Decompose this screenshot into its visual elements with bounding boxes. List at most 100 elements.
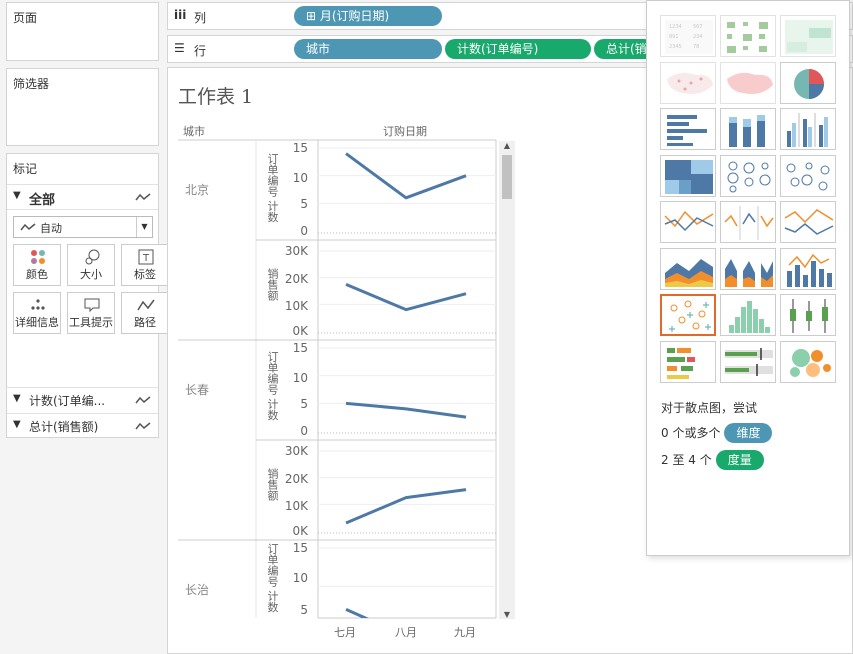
dual-lines-icon xyxy=(784,209,834,235)
show-me-hint-title: 对于散点图，尝试 xyxy=(661,401,758,415)
count-tick: 15 xyxy=(292,141,308,155)
series-line-count xyxy=(345,401,467,419)
pill-city[interactable]: 城市 xyxy=(294,39,442,59)
svg-text:234: 234 xyxy=(693,34,703,40)
expand-caret-icon[interactable]: ▼ xyxy=(13,393,21,404)
sales-tick: 0K xyxy=(292,324,308,338)
show-me-side-by-side-bars[interactable] xyxy=(780,108,836,150)
sales-tick: 30K xyxy=(284,444,308,458)
show-me-side-by-side-circles[interactable] xyxy=(780,154,836,197)
show-me-hint-measures: 2 至 4 个度量 xyxy=(661,450,764,470)
marks-all-row[interactable]: ▼ 全部 xyxy=(7,184,158,210)
marks-count-row[interactable]: ▼ 计数(订单编... xyxy=(7,387,158,411)
city-label-changzhi: 长治 xyxy=(185,583,210,597)
tooltip-icon xyxy=(84,298,100,313)
dual-combination-icon xyxy=(787,253,832,287)
svg-text:2345: 2345 xyxy=(669,44,682,50)
path-button[interactable]: 路径 xyxy=(121,292,169,334)
pie-chart-icon xyxy=(794,68,824,99)
area-discrete-icon xyxy=(725,258,773,287)
chevron-down-icon[interactable]: ▼ xyxy=(136,217,152,237)
discrete-lines-icon xyxy=(724,206,774,240)
circle-views-icon xyxy=(727,161,771,192)
show-me-text-table[interactable]: 1234 567 891 234 2345 78 xyxy=(660,15,716,57)
hint-measure-pill: 度量 xyxy=(715,450,764,470)
label-button[interactable]: T 标签 xyxy=(121,244,169,286)
count-tick: 5 xyxy=(300,197,308,211)
pill-sum-sales[interactable]: 总计(销 xyxy=(594,39,654,59)
show-me-histogram[interactable] xyxy=(720,294,776,336)
show-me-stacked-bars[interactable] xyxy=(720,108,776,150)
hint-measures-count: 2 至 4 个 xyxy=(661,453,712,467)
show-me-area-discrete[interactable] xyxy=(720,247,776,290)
text-label-icon: T xyxy=(138,249,154,265)
sales-tick: 30K xyxy=(284,244,308,258)
line-mark-icon xyxy=(135,422,151,430)
rows-icon: ☰ xyxy=(174,41,185,55)
show-me-heat-map[interactable] xyxy=(720,15,776,57)
show-me-area-continuous[interactable] xyxy=(660,247,716,290)
marks-sales-label: 总计(销售额) xyxy=(29,420,99,434)
x-tick-july: 七月 xyxy=(334,626,356,639)
show-me-pie-chart[interactable] xyxy=(780,61,836,104)
show-me-circle-views[interactable] xyxy=(720,154,776,197)
chart-grid xyxy=(178,139,497,619)
filters-card-title: 筛选器 xyxy=(13,77,50,91)
tooltip-label: 工具提示 xyxy=(69,316,113,329)
sales-tick: 20K xyxy=(284,272,308,286)
show-me-hint-dimensions: 0 个或多个 维度 xyxy=(661,423,773,443)
area-continuous-icon xyxy=(665,258,713,287)
scrollbar-thumb[interactable] xyxy=(502,155,512,199)
svg-text:567: 567 xyxy=(693,24,703,30)
size-button[interactable]: 大小 xyxy=(67,244,115,286)
plus-icon[interactable]: ⊞ xyxy=(306,9,320,23)
pill-count-order-id[interactable]: 计数(订单编号) xyxy=(445,39,591,59)
series-line-sales xyxy=(345,282,467,312)
size-label: 大小 xyxy=(80,268,102,281)
marks-card: 标记 ▼ 全部 自动 ▼ 颜色 大小 T 标签 详细信息 工具提示 路径 ▼ 计… xyxy=(6,153,169,438)
rows-shelf-label: 行 xyxy=(194,44,207,58)
show-me-continuous-lines[interactable] xyxy=(660,201,716,243)
sales-tick: 20K xyxy=(284,472,308,486)
pill-month-order-date[interactable]: ⊞ 月(订购日期) xyxy=(294,6,442,26)
tooltip-button[interactable]: 工具提示 xyxy=(67,292,115,334)
svg-text:891: 891 xyxy=(669,34,679,40)
scroll-up-icon[interactable]: ▲ xyxy=(499,141,515,150)
pill-city-label: 城市 xyxy=(306,42,331,56)
collapse-caret-icon[interactable]: ▼ xyxy=(13,190,21,201)
show-me-treemap[interactable] xyxy=(660,154,716,197)
show-me-discrete-lines[interactable] xyxy=(720,201,776,243)
show-me-highlight-table[interactable] xyxy=(780,15,836,57)
horizontal-bars-icon xyxy=(667,115,707,146)
stacked-bars-icon xyxy=(729,115,765,147)
pill-count-order-id-label: 计数(订单编号) xyxy=(457,42,539,56)
sales-tick: 0K xyxy=(292,524,308,538)
count-tick: 15 xyxy=(292,541,308,555)
pages-card[interactable]: 页面 xyxy=(6,2,159,61)
city-label-changchun: 长春 xyxy=(185,383,210,397)
show-me-gantt-chart[interactable] xyxy=(660,340,716,383)
filters-card[interactable]: 筛选器 xyxy=(6,68,159,146)
show-me-filled-map[interactable] xyxy=(720,61,776,104)
show-me-dual-combination[interactable] xyxy=(780,247,836,290)
show-me-scatter-plot[interactable] xyxy=(660,294,716,336)
side-by-side-bars-icon xyxy=(787,113,828,147)
marks-sales-row[interactable]: ▼ 总计(销售额) xyxy=(7,413,158,437)
show-me-symbol-map[interactable] xyxy=(660,61,716,104)
count-tick: 15 xyxy=(292,341,308,355)
show-me-dual-lines[interactable] xyxy=(780,201,836,243)
bullet-graph-icon xyxy=(725,347,773,376)
path-icon xyxy=(137,299,155,311)
show-me-horizontal-bars[interactable] xyxy=(660,108,716,150)
show-me-bullet-graph[interactable] xyxy=(720,340,776,383)
mark-type-dropdown[interactable]: 自动 ▼ xyxy=(13,216,153,238)
color-label: 颜色 xyxy=(26,268,48,281)
show-me-box-and-whisker[interactable] xyxy=(780,294,836,336)
expand-caret-icon[interactable]: ▼ xyxy=(13,419,21,430)
vertical-scrollbar[interactable]: ▲ ▼ xyxy=(499,141,515,619)
show-me-packed-bubbles[interactable] xyxy=(780,340,836,383)
scroll-down-icon[interactable]: ▼ xyxy=(499,610,515,619)
pill-month-order-date-label: 月(订购日期) xyxy=(319,9,390,23)
detail-button[interactable]: 详细信息 xyxy=(13,292,61,334)
color-button[interactable]: 颜色 xyxy=(13,244,61,286)
